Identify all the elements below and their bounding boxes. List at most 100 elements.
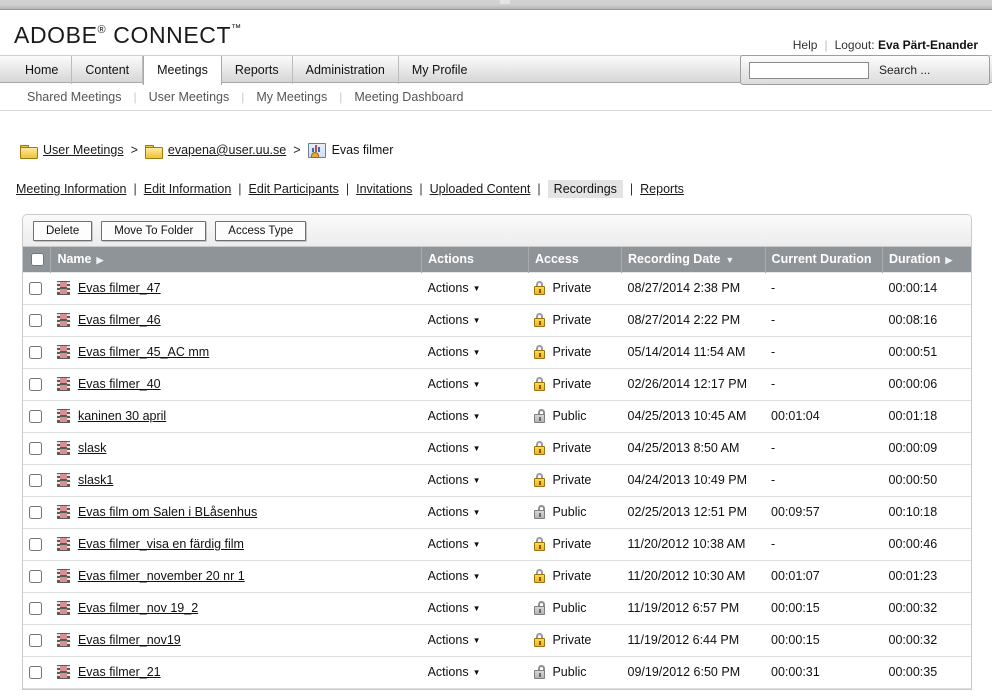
actions-dropdown[interactable]: Actions ▼ — [428, 633, 481, 647]
logout-link[interactable]: Logout: — [835, 38, 875, 52]
actions-dropdown[interactable]: Actions ▼ — [428, 409, 481, 423]
column-header-select-all[interactable] — [23, 247, 52, 272]
tab-meetings[interactable]: Meetings — [143, 56, 222, 85]
tab-my-profile[interactable]: My Profile — [399, 56, 481, 84]
column-header-current-duration[interactable]: Current Duration — [765, 247, 884, 272]
row-select-cell[interactable] — [23, 624, 51, 657]
duration-value: 00:01:23 — [888, 569, 938, 583]
move-to-folder-button[interactable]: Move To Folder — [101, 220, 207, 241]
subnav-shared-meetings[interactable]: Shared Meetings — [26, 90, 123, 104]
row-checkbox[interactable] — [29, 474, 42, 488]
recording-name-link[interactable]: Evas filmer_46 — [78, 313, 161, 327]
meeting-tab-recordings[interactable]: Recordings — [547, 180, 623, 198]
sort-indicator-name: ▶ — [96, 255, 104, 266]
recording-name-link[interactable]: Evas filmer_november 20 nr 1 — [78, 569, 245, 583]
current-duration-value: 00:00:31 — [771, 665, 820, 679]
recording-name-link[interactable]: Evas filmer_40 — [78, 377, 161, 391]
row-checkbox[interactable] — [29, 634, 42, 648]
breadcrumb-user-folder[interactable]: evapena@user.uu.se — [168, 143, 286, 157]
tab-content[interactable]: Content — [72, 56, 144, 84]
meeting-tab-edit-participants[interactable]: Edit Participants — [249, 182, 339, 196]
column-header-name[interactable]: Name ▶ — [50, 247, 423, 272]
recordings-toolbar: Delete Move To Folder Access Type — [23, 215, 971, 247]
row-select-cell[interactable] — [23, 336, 51, 369]
row-checkbox[interactable] — [29, 666, 42, 680]
film-icon — [56, 409, 70, 423]
recording-name-link[interactable]: slask1 — [78, 473, 113, 487]
row-select-cell[interactable] — [23, 271, 51, 305]
select-all-checkbox[interactable] — [31, 253, 44, 267]
recording-name-link[interactable]: Evas filmer_47 — [78, 281, 161, 295]
duration-value: 00:01:18 — [888, 409, 938, 423]
actions-dropdown[interactable]: Actions ▼ — [428, 569, 481, 583]
meeting-tab-edit-information[interactable]: Edit Information — [144, 182, 232, 196]
actions-dropdown[interactable]: Actions ▼ — [428, 377, 481, 391]
row-checkbox[interactable] — [29, 314, 42, 328]
row-select-cell[interactable] — [23, 368, 51, 401]
recording-name-link[interactable]: Evas filmer_45_AC mm — [78, 345, 209, 359]
row-select-cell[interactable] — [23, 592, 51, 625]
subnav-meeting-dashboard[interactable]: Meeting Dashboard — [353, 90, 464, 104]
row-checkbox[interactable] — [29, 442, 42, 456]
access-type-button[interactable]: Access Type — [215, 220, 307, 241]
row-select-cell[interactable] — [23, 400, 51, 433]
row-checkbox[interactable] — [29, 282, 42, 296]
actions-dropdown[interactable]: Actions ▼ — [428, 313, 481, 327]
row-select-cell[interactable] — [23, 496, 51, 529]
tab-administration[interactable]: Administration — [293, 56, 399, 84]
current-duration-value: - — [771, 537, 776, 551]
column-header-access[interactable]: Access — [528, 247, 623, 272]
chevron-down-icon: ▼ — [472, 284, 481, 293]
actions-dropdown[interactable]: Actions ▼ — [428, 537, 481, 551]
tab-home[interactable]: Home — [12, 56, 73, 84]
delete-button[interactable]: Delete — [33, 220, 93, 241]
recording-name-cell: Evas filmer_45_AC mm — [50, 336, 422, 369]
column-header-actions[interactable]: Actions — [421, 247, 529, 272]
recording-name-link[interactable]: Evas filmer_21 — [78, 665, 161, 679]
tab-meetings-label: Meetings — [157, 63, 208, 77]
row-checkbox[interactable] — [29, 378, 42, 392]
actions-dropdown[interactable]: Actions ▼ — [428, 601, 481, 615]
actions-dropdown[interactable]: Actions ▼ — [428, 281, 481, 295]
row-checkbox[interactable] — [29, 346, 42, 360]
recording-name-link[interactable]: Evas filmer_nov19 — [78, 633, 181, 647]
row-checkbox[interactable] — [29, 506, 42, 520]
row-select-cell[interactable] — [23, 528, 51, 561]
recording-name-link[interactable]: kaninen 30 april — [78, 409, 166, 423]
column-header-duration[interactable]: Duration ▶ — [882, 247, 971, 272]
subnav-user-meetings[interactable]: User Meetings — [148, 90, 231, 104]
row-select-cell[interactable] — [23, 464, 51, 497]
meeting-tab-meeting-information[interactable]: Meeting Information — [16, 182, 126, 196]
meeting-tab-uploaded-content[interactable]: Uploaded Content — [430, 182, 531, 196]
recording-name-link[interactable]: Evas filmer_visa en färdig film — [78, 537, 244, 551]
row-checkbox[interactable] — [29, 570, 42, 584]
search-input[interactable] — [749, 61, 869, 79]
tab-reports[interactable]: Reports — [222, 56, 293, 84]
row-checkbox[interactable] — [29, 538, 42, 552]
meeting-tab-reports[interactable]: Reports — [640, 182, 684, 196]
table-header-row: Name ▶ Actions Access Recording Date ▼ Cur… — [23, 247, 971, 272]
row-checkbox[interactable] — [29, 602, 42, 616]
row-checkbox[interactable] — [29, 410, 42, 424]
row-select-cell[interactable] — [23, 656, 51, 689]
recording-name-link[interactable]: slask — [78, 441, 106, 455]
actions-dropdown-label: Actions — [427, 377, 469, 391]
actions-dropdown[interactable]: Actions ▼ — [428, 505, 481, 519]
row-select-cell[interactable] — [23, 560, 51, 593]
actions-dropdown-label: Actions — [427, 473, 469, 487]
actions-dropdown[interactable]: Actions ▼ — [428, 441, 481, 455]
search-button[interactable]: Search ... — [879, 63, 930, 77]
actions-dropdown[interactable]: Actions ▼ — [428, 473, 481, 487]
actions-dropdown[interactable]: Actions ▼ — [428, 665, 481, 679]
row-select-cell[interactable] — [23, 432, 51, 465]
meeting-tab-invitations[interactable]: Invitations — [356, 182, 412, 196]
recording-name-link[interactable]: Evas filmer_nov 19_2 — [78, 601, 198, 615]
breadcrumb-user-meetings[interactable]: User Meetings — [43, 143, 124, 157]
subnav-my-meetings[interactable]: My Meetings — [255, 90, 328, 104]
recording-name-link[interactable]: Evas film om Salen i BLåsenhus — [78, 505, 257, 519]
actions-dropdown[interactable]: Actions ▼ — [428, 345, 481, 359]
row-select-cell[interactable] — [23, 304, 51, 337]
column-header-recording-date[interactable]: Recording Date ▼ — [621, 247, 766, 272]
search-container: Search ... — [740, 55, 990, 85]
help-link[interactable]: Help — [793, 38, 818, 52]
